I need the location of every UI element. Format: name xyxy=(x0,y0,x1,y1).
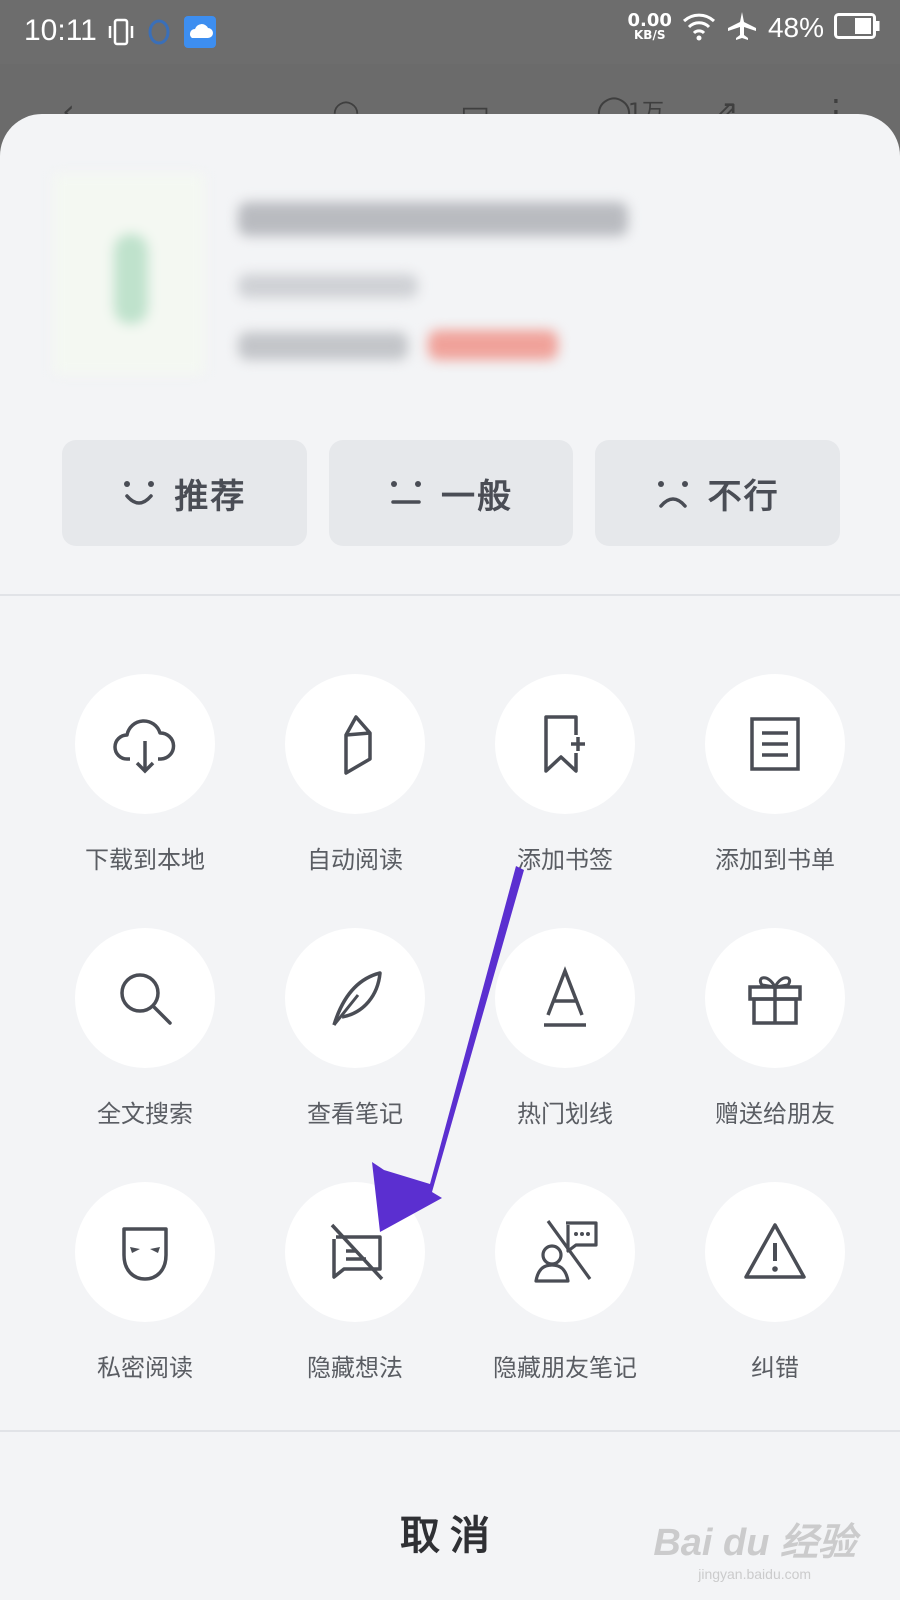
status-time: 10:11 xyxy=(24,14,97,47)
watermark-brand: Bai du 经验 xyxy=(653,1522,856,1564)
popular-highlights-item[interactable]: 热门划线 xyxy=(460,928,670,1138)
icon-circle xyxy=(705,1182,845,1322)
booklist-icon xyxy=(750,717,800,771)
vibrate-icon xyxy=(108,17,134,51)
icon-circle xyxy=(495,674,635,814)
status-right: 0.00 KB/S 48% xyxy=(628,10,880,46)
cancel-label: 取消 xyxy=(400,1513,500,1559)
blurred-tag xyxy=(428,330,558,360)
action-sheet: 推荐 一般 不行 下载到本地 自动阅读 添加书签 添加到书单 全文搜索 查看笔记… xyxy=(0,114,900,1600)
blurred-author xyxy=(238,274,418,298)
icon-circle xyxy=(495,1182,635,1322)
smile-face-icon xyxy=(124,481,155,505)
auto-read-item[interactable]: 自动阅读 xyxy=(250,674,460,884)
underline-a-icon xyxy=(544,966,586,1027)
icon-circle xyxy=(75,1182,215,1322)
icon-circle xyxy=(285,674,425,814)
hide-friend-notes-item[interactable]: 隐藏朋友笔记 xyxy=(460,1182,670,1392)
net-speed-unit: KB/S xyxy=(634,28,666,42)
airplane-icon xyxy=(726,10,758,46)
grid-label: 下载到本地 xyxy=(85,846,205,874)
report-error-item[interactable]: 纠错 xyxy=(670,1182,880,1392)
sync-icon xyxy=(146,17,172,51)
grid-label: 添加到书单 xyxy=(715,846,835,874)
icon-circle xyxy=(705,674,845,814)
rating-label: 一般 xyxy=(441,476,513,517)
hide-friend-notes-icon xyxy=(534,1220,598,1283)
hide-thoughts-icon xyxy=(330,1223,384,1281)
book-cover xyxy=(54,174,204,374)
grid-label: 赠送给朋友 xyxy=(715,1100,835,1128)
blurred-meta xyxy=(238,332,408,360)
grid-label: 纠错 xyxy=(751,1354,799,1382)
search-icon xyxy=(120,973,172,1025)
warning-icon xyxy=(744,1223,806,1279)
grid-label: 隐藏朋友笔记 xyxy=(493,1354,637,1382)
bookmark-add-icon xyxy=(544,715,585,773)
net-speed-value: 0.00 xyxy=(627,10,672,31)
full-text-search-item[interactable]: 全文搜索 xyxy=(40,928,250,1138)
feather-icon xyxy=(332,971,382,1026)
watermark-url: jingyan.baidu.com xyxy=(698,1566,812,1582)
grid-label: 热门划线 xyxy=(517,1100,613,1128)
rating-row: 推荐 一般 不行 xyxy=(62,440,841,546)
icon-circle xyxy=(705,928,845,1068)
download-local-item[interactable]: 下载到本地 xyxy=(40,674,250,884)
auto-read-icon xyxy=(344,715,372,775)
rating-bad-button[interactable]: 不行 xyxy=(595,440,841,546)
battery-icon xyxy=(834,13,880,43)
rating-recommend-button[interactable]: 推荐 xyxy=(62,440,307,546)
cloud-download-icon xyxy=(113,719,176,774)
grid-label: 添加书签 xyxy=(517,846,613,874)
grid-label: 全文搜索 xyxy=(97,1100,193,1128)
battery-percent: 48% xyxy=(767,12,824,43)
icon-circle xyxy=(495,928,635,1068)
blurred-title xyxy=(238,202,628,236)
gift-icon xyxy=(748,976,802,1025)
cloud-icon xyxy=(184,16,216,52)
net-speed: 0.00 KB/S xyxy=(627,10,672,43)
status-bar: 10:11 0.00 KB/S 48% xyxy=(0,0,900,64)
sad-face-icon xyxy=(657,481,688,508)
icon-circle xyxy=(75,674,215,814)
neutral-face-icon xyxy=(391,481,421,504)
grid-label: 私密阅读 xyxy=(97,1354,193,1382)
cancel-divider xyxy=(0,1430,900,1432)
icon-circle xyxy=(75,928,215,1068)
status-left-icons xyxy=(108,16,216,52)
grid-label: 自动阅读 xyxy=(307,846,403,874)
grid-label: 隐藏想法 xyxy=(307,1354,403,1382)
watermark: Bai du 经验 jingyan.baidu.com xyxy=(653,1511,856,1582)
book-info-card-blurred xyxy=(34,124,866,414)
mask-icon xyxy=(122,1227,168,1281)
icon-circle xyxy=(285,1182,425,1322)
rating-average-button[interactable]: 一般 xyxy=(328,440,574,546)
private-reading-item[interactable]: 私密阅读 xyxy=(40,1182,250,1392)
hide-thoughts-item[interactable]: 隐藏想法 xyxy=(250,1182,460,1392)
section-divider xyxy=(0,594,900,596)
gift-to-friend-item[interactable]: 赠送给朋友 xyxy=(670,928,880,1138)
view-notes-item[interactable]: 查看笔记 xyxy=(250,928,460,1138)
wifi-icon xyxy=(682,11,716,45)
rating-label: 不行 xyxy=(707,476,780,517)
add-bookmark-item[interactable]: 添加书签 xyxy=(460,674,670,884)
icon-circle xyxy=(285,928,425,1068)
rating-label: 推荐 xyxy=(174,476,247,517)
add-to-booklist-item[interactable]: 添加到书单 xyxy=(670,674,880,884)
grid-label: 查看笔记 xyxy=(307,1100,403,1128)
